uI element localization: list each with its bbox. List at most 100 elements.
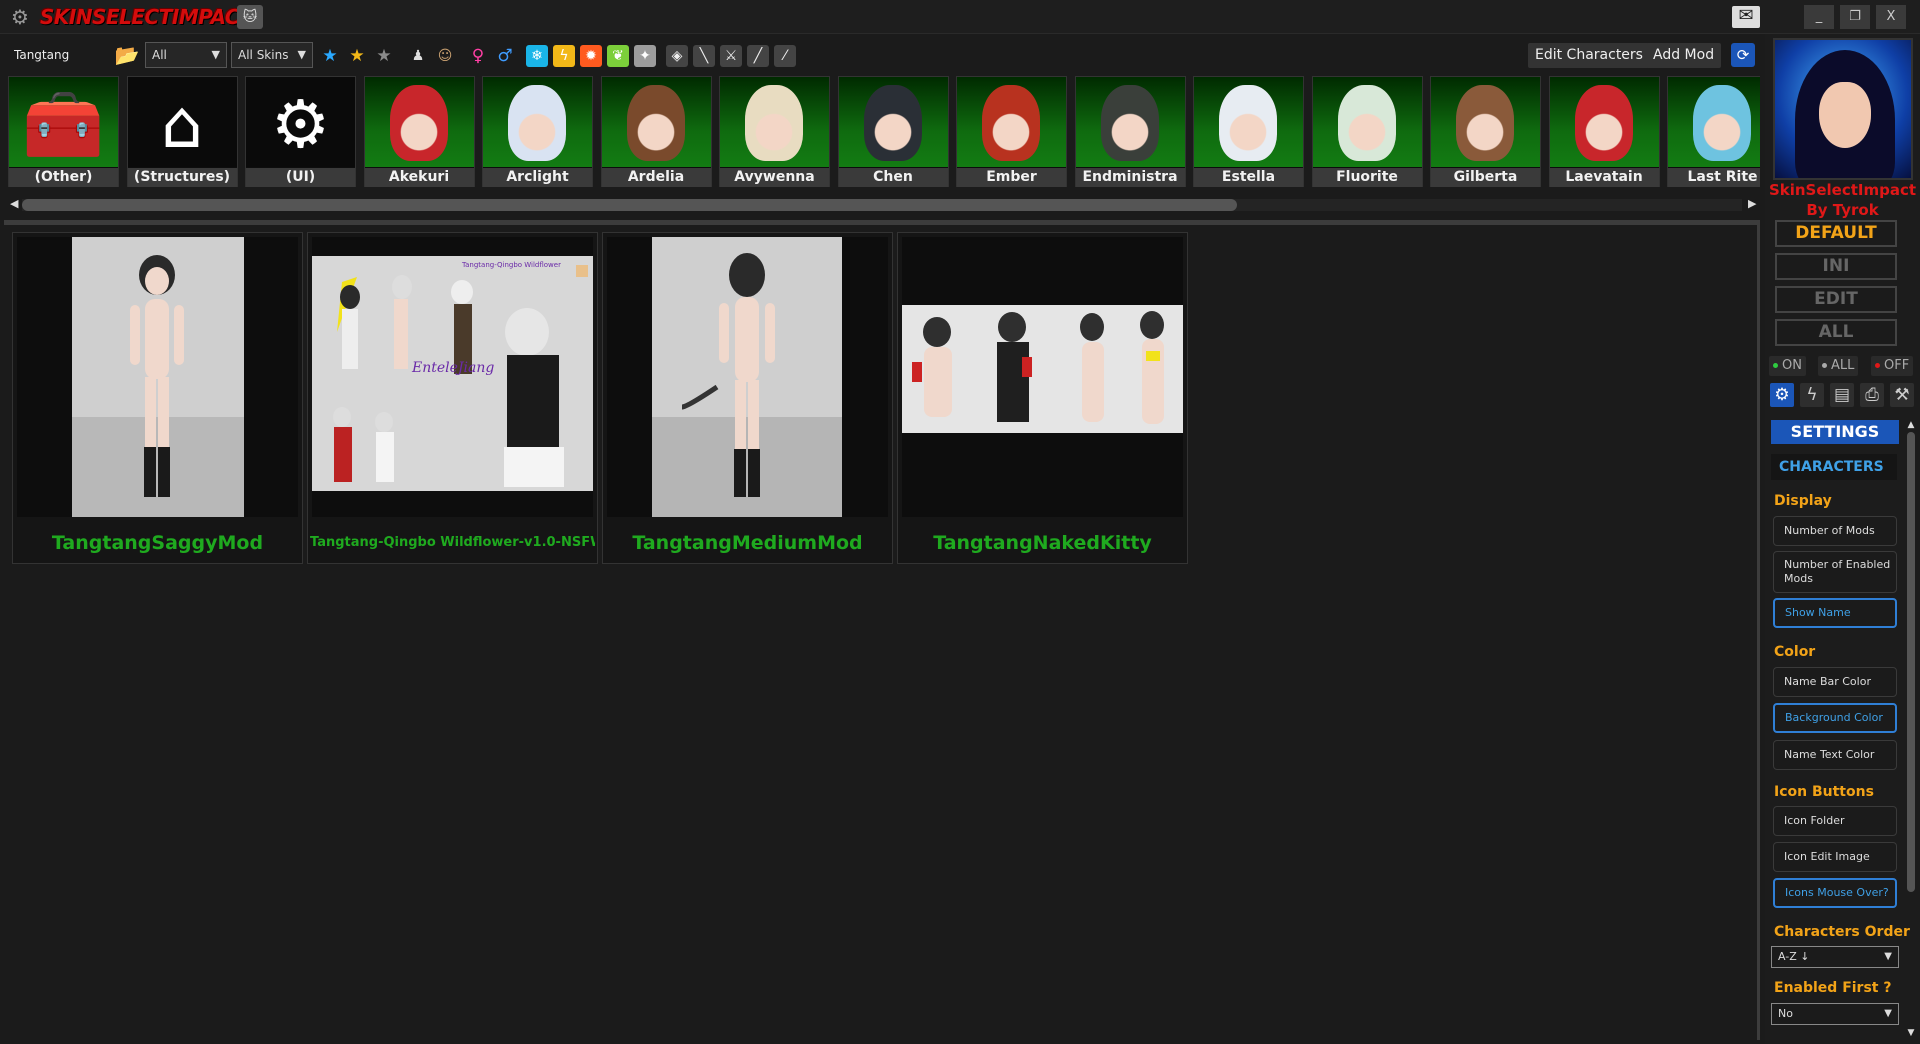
- scroll-up-arrow-icon[interactable]: ▲: [1905, 420, 1917, 430]
- maximize-button[interactable]: ❐: [1840, 5, 1870, 29]
- weapon-orb-icon[interactable]: ◈: [666, 45, 688, 67]
- mod-card[interactable]: TangtangNakedKitty: [897, 232, 1188, 564]
- close-button[interactable]: X: [1876, 5, 1906, 29]
- settings-header[interactable]: SETTINGS: [1771, 420, 1899, 444]
- character-portrait[interactable]: [1075, 77, 1185, 167]
- physical-element-icon[interactable]: ✦: [634, 45, 656, 67]
- weapon-sword-icon[interactable]: ╲: [693, 45, 715, 67]
- character-tile[interactable]: Arclight: [482, 76, 593, 187]
- book-icon[interactable]: ▤: [1830, 383, 1854, 407]
- settings-gear-icon[interactable]: ⚙: [1770, 383, 1794, 407]
- scroll-left-arrow-icon[interactable]: ◀: [10, 197, 18, 210]
- icons-mouse-over-option[interactable]: Icons Mouse Over?: [1773, 878, 1897, 908]
- search-input[interactable]: [8, 42, 112, 68]
- star-gray-icon[interactable]: ★: [373, 45, 395, 67]
- electro-element-icon[interactable]: ϟ: [553, 45, 575, 67]
- default-button[interactable]: DEFAULT: [1775, 220, 1897, 247]
- character-tile[interactable]: Gilberta: [1430, 76, 1541, 187]
- mod-preview-image[interactable]: [17, 237, 298, 517]
- toggle-all[interactable]: ALL: [1818, 356, 1859, 376]
- character-tile[interactable]: Endministra: [1074, 76, 1186, 187]
- mod-preview-image[interactable]: [607, 237, 888, 517]
- character-tile[interactable]: ⌂ (Structures): [126, 76, 238, 187]
- character-tile[interactable]: Estella: [1193, 76, 1304, 187]
- characters-tab[interactable]: CHARACTERS: [1771, 454, 1897, 480]
- character-portrait[interactable]: [957, 77, 1066, 167]
- name-bar-color-option[interactable]: Name Bar Color: [1773, 667, 1897, 697]
- character-portrait[interactable]: [1312, 77, 1422, 167]
- settings-scrollbar[interactable]: ▲ ▼: [1905, 420, 1917, 1040]
- chest-icon[interactable]: 🧰: [9, 77, 118, 167]
- star-gold-icon[interactable]: ★: [346, 45, 368, 67]
- number-of-enabled-mods-option[interactable]: Number of Enabled Mods: [1773, 551, 1897, 593]
- character-strip-scrollbar[interactable]: ◀ ▶: [8, 197, 1760, 213]
- icon-folder-option[interactable]: Icon Folder: [1773, 806, 1897, 836]
- edit-characters-button[interactable]: Edit Characters: [1528, 43, 1650, 68]
- character-portrait[interactable]: [1431, 77, 1540, 167]
- character-portrait[interactable]: [1194, 77, 1303, 167]
- add-mod-button[interactable]: Add Mod: [1646, 43, 1722, 68]
- character-portrait[interactable]: [720, 77, 829, 167]
- toggle-on[interactable]: ON: [1769, 356, 1806, 376]
- characters-order-select[interactable]: A-Z ↓ ▼: [1771, 946, 1899, 968]
- weapon-greatsword-icon[interactable]: ⚔: [720, 45, 742, 67]
- mod-card[interactable]: EnteleJiang Tangtang-Qingbo Wildflower T…: [307, 232, 598, 564]
- cat-icon[interactable]: 🐱: [237, 5, 263, 29]
- character-portrait[interactable]: [838, 77, 948, 167]
- female-icon[interactable]: ♀: [467, 45, 489, 67]
- enabled-first-select[interactable]: No ▼: [1771, 1003, 1899, 1025]
- scrollbar-thumb[interactable]: [22, 199, 1237, 211]
- background-color-option[interactable]: Background Color: [1773, 703, 1897, 733]
- houses-icon[interactable]: ⌂: [127, 77, 237, 167]
- character-tile[interactable]: ⚙ (UI): [245, 76, 356, 187]
- icon-edit-image-option[interactable]: Icon Edit Image: [1773, 842, 1897, 872]
- body-type-icon[interactable]: ♟: [407, 45, 429, 67]
- portrait-icon[interactable]: ☺: [434, 45, 456, 67]
- weapon-polearm-icon[interactable]: ╱: [747, 45, 769, 67]
- mod-preview-image[interactable]: [902, 237, 1183, 517]
- scroll-right-arrow-icon[interactable]: ▶: [1748, 197, 1756, 210]
- app-settings-gear-icon[interactable]: ⚙: [8, 6, 32, 28]
- character-tile[interactable]: Laevatain: [1548, 76, 1660, 187]
- show-name-option[interactable]: Show Name: [1773, 598, 1897, 628]
- all-button[interactable]: ALL: [1775, 319, 1897, 346]
- toggle-off[interactable]: OFF: [1871, 356, 1914, 376]
- name-text-color-option[interactable]: Name Text Color: [1773, 740, 1897, 770]
- male-icon[interactable]: ♂: [494, 45, 516, 67]
- character-tile[interactable]: Ember: [956, 76, 1067, 187]
- printer-icon[interactable]: ⎙: [1860, 383, 1884, 407]
- nature-element-icon[interactable]: ❦: [607, 45, 629, 67]
- character-tile[interactable]: Last Rite: [1667, 76, 1760, 187]
- character-tile[interactable]: 🧰 (Other): [8, 76, 119, 187]
- scroll-down-arrow-icon[interactable]: ▼: [1905, 1028, 1917, 1038]
- number-of-mods-option[interactable]: Number of Mods: [1773, 516, 1897, 546]
- refresh-icon[interactable]: ⟳: [1731, 43, 1755, 67]
- character-portrait[interactable]: [1668, 77, 1760, 167]
- mod-preview-image[interactable]: EnteleJiang Tangtang-Qingbo Wildflower: [312, 237, 593, 517]
- weapon-handcannon-icon[interactable]: ⁄: [774, 45, 796, 67]
- skins-select[interactable]: All Skins ▼: [231, 42, 313, 68]
- ini-button[interactable]: INI: [1775, 253, 1897, 280]
- character-portrait[interactable]: [601, 77, 711, 167]
- cryo-element-icon[interactable]: ❄: [526, 45, 548, 67]
- minimize-button[interactable]: _: [1804, 5, 1834, 29]
- lightning-icon[interactable]: ϟ: [1800, 383, 1824, 407]
- tools-icon[interactable]: ⚒: [1890, 383, 1914, 407]
- mod-card[interactable]: TangtangMediumMod: [602, 232, 893, 564]
- gear-icon[interactable]: ⚙: [246, 77, 355, 167]
- character-tile[interactable]: Avywenna: [719, 76, 830, 187]
- settings-scrollbar-thumb[interactable]: [1907, 432, 1915, 892]
- character-tile[interactable]: Akekuri: [363, 76, 475, 187]
- character-portrait[interactable]: [483, 77, 592, 167]
- star-blue-icon[interactable]: ★: [319, 45, 341, 67]
- filter-select[interactable]: All ▼: [145, 42, 227, 68]
- character-tile[interactable]: Fluorite: [1311, 76, 1423, 187]
- character-tile[interactable]: Chen: [837, 76, 949, 187]
- character-portrait[interactable]: [1549, 77, 1659, 167]
- folder-icon[interactable]: 📂: [114, 42, 140, 68]
- character-portrait[interactable]: [364, 77, 474, 167]
- mod-card[interactable]: TangtangSaggyMod: [12, 232, 303, 564]
- edit-button[interactable]: EDIT: [1775, 286, 1897, 313]
- pyro-element-icon[interactable]: ✹: [580, 45, 602, 67]
- character-tile[interactable]: Ardelia: [600, 76, 712, 187]
